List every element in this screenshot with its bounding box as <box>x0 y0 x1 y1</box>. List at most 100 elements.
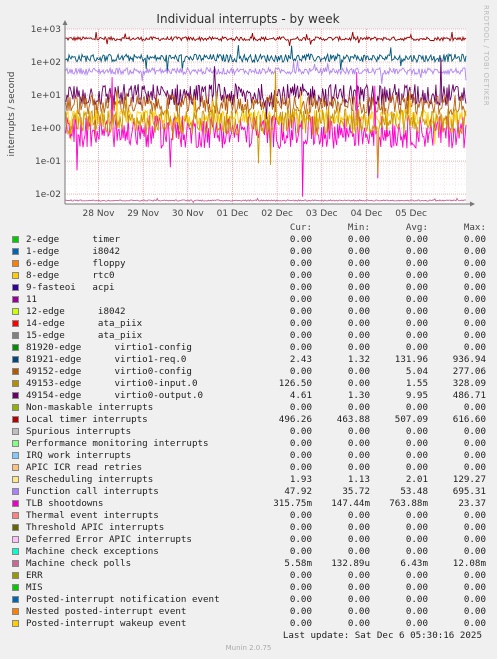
legend-max: 129.27 <box>452 474 486 485</box>
legend-max: 0.00 <box>463 546 486 557</box>
legend-avg: 507.09 <box>394 414 428 425</box>
legend-avg: 0.00 <box>405 294 428 305</box>
x-tick-label: 05 Dec <box>395 209 427 219</box>
legend-swatch <box>12 332 19 339</box>
legend-row: ERR 0.00 0.00 0.00 0.00 <box>12 570 492 582</box>
legend-row: Performance monitoring interrupts 0.00 0.0… <box>12 438 492 450</box>
legend-swatch <box>12 548 19 555</box>
legend-avg: 0.00 <box>405 258 428 269</box>
legend-label: 49152-edge virtio0-config <box>26 366 192 377</box>
legend-cur: 0.00 <box>289 426 312 437</box>
legend-min: 1.30 <box>347 390 370 401</box>
legend-avg: 0.00 <box>405 438 428 449</box>
legend-min: 0.00 <box>347 606 370 617</box>
legend-row: APIC ICR read retries 0.00 0.00 0.00 0.00 <box>12 462 492 474</box>
legend-cur: 0.00 <box>289 294 312 305</box>
legend-min: 0.00 <box>347 282 370 293</box>
last-update: Last update: Sat Dec 6 05:30:16 2025 <box>282 630 482 641</box>
legend-avg: 0.00 <box>405 462 428 473</box>
legend-max: 0.00 <box>463 570 486 581</box>
legend-swatch <box>12 608 19 615</box>
legend-min: 0.00 <box>347 438 370 449</box>
legend-min: 0.00 <box>347 246 370 257</box>
legend-label: TLB shootdowns <box>26 498 104 509</box>
legend-min: 0.00 <box>347 618 370 629</box>
legend-swatch <box>12 440 19 447</box>
legend-label: Performance monitoring interrupts <box>26 438 209 449</box>
legend-swatch <box>12 404 19 411</box>
legend-max: 0.00 <box>463 342 486 353</box>
legend-header: Cur: Min: Avg: Max: <box>12 222 492 234</box>
legend-row: 12-edge i8042 0.00 0.00 0.00 0.00 <box>12 306 492 318</box>
legend-cur: 0.00 <box>289 594 312 605</box>
legend-label: 1-edge i8042 <box>26 246 121 257</box>
legend-cur: 0.00 <box>289 618 312 629</box>
legend-cur: 0.00 <box>289 450 312 461</box>
legend-min: 0.00 <box>347 546 370 557</box>
legend-max: 0.00 <box>463 234 486 245</box>
legend-avg: 0.00 <box>405 582 428 593</box>
x-tick-label: 29 Nov <box>127 209 160 219</box>
legend-max: 616.60 <box>452 414 486 425</box>
legend-avg: 0.00 <box>405 426 428 437</box>
legend-max: 0.00 <box>463 534 486 545</box>
legend-swatch <box>12 272 19 279</box>
legend-swatch <box>12 248 19 255</box>
legend-swatch <box>12 512 19 519</box>
legend-cur: 0.00 <box>289 462 312 473</box>
y-tick-label: 1e+01 <box>31 91 61 101</box>
legend-swatch <box>12 536 19 543</box>
legend-swatch <box>12 320 19 327</box>
legend-cur: 0.00 <box>289 606 312 617</box>
legend-swatch <box>12 572 19 579</box>
legend-max: 936.94 <box>452 354 486 365</box>
legend-row: 11 0.00 0.00 0.00 0.00 <box>12 294 492 306</box>
legend-max: 0.00 <box>463 438 486 449</box>
legend-max: 0.00 <box>463 330 486 341</box>
legend-label: 49153-edge virtio0-input.0 <box>26 378 198 389</box>
legend-max: 0.00 <box>463 270 486 281</box>
legend-cur: 0.00 <box>289 366 312 377</box>
legend-swatch <box>12 560 19 567</box>
legend-label: Local timer interrupts <box>26 414 148 425</box>
legend-label: 12-edge i8042 <box>26 306 126 317</box>
legend-label: Machine check polls <box>26 558 132 569</box>
legend-min: 1.32 <box>347 354 370 365</box>
legend-label: 14-edge ata_piix <box>26 318 143 329</box>
legend-row: Posted-interrupt wakeup event 0.00 0.00 0.0… <box>12 618 492 630</box>
legend-label: 8-edge rtc0 <box>26 270 115 281</box>
x-axis-arrow <box>470 201 475 207</box>
legend-cur: 0.00 <box>289 306 312 317</box>
legend-label: 81921-edge virtio1-req.0 <box>26 354 187 365</box>
legend-swatch <box>12 416 19 423</box>
legend-cur: 126.50 <box>278 378 312 389</box>
legend-avg: 0.00 <box>405 330 428 341</box>
legend-row: Machine check exceptions 0.00 0.00 0.00 0.00 <box>12 546 492 558</box>
legend-swatch <box>12 296 19 303</box>
legend-row: MIS 0.00 0.00 0.00 0.00 <box>12 582 492 594</box>
legend-row: 1-edge i8042 0.00 0.00 0.00 0.00 <box>12 246 492 258</box>
legend-row: Machine check polls 5.58m 132.89u 6.43m 12.0… <box>12 558 492 570</box>
legend-row: Rescheduling interrupts 1.93 1.13 2.01 129.2… <box>12 474 492 486</box>
legend-avg: 9.95 <box>405 390 428 401</box>
legend-cur: 0.00 <box>289 330 312 341</box>
legend-swatch <box>12 392 19 399</box>
legend-swatch <box>12 596 19 603</box>
legend-max: 23.37 <box>458 498 486 509</box>
legend-row: 81921-edge virtio1-req.0 2.43 1.32 131.96 93… <box>12 354 492 366</box>
legend-label: 2-edge timer <box>26 234 121 245</box>
legend-min: 0.00 <box>347 378 370 389</box>
legend-avg: 0.00 <box>405 618 428 629</box>
legend-label: Threshold APIC interrupts <box>26 522 165 533</box>
legend-row: 81920-edge virtio1-config 0.00 0.00 0.00 0.0… <box>12 342 492 354</box>
legend-row: 15-edge ata_piix 0.00 0.00 0.00 0.00 <box>12 330 492 342</box>
legend-max: 0.00 <box>463 510 486 521</box>
legend-table: Cur: Min: Avg: Max: 2-edge timer 0.00 0.00… <box>12 222 492 630</box>
legend-avg: 0.00 <box>405 246 428 257</box>
legend-swatch <box>12 428 19 435</box>
legend-max: 0.00 <box>463 522 486 533</box>
legend-cur: 496.26 <box>278 414 312 425</box>
legend-cur: 0.00 <box>289 522 312 533</box>
y-tick-label: 1e+03 <box>31 25 61 35</box>
munin-version: Munin 2.0.75 <box>225 644 272 652</box>
